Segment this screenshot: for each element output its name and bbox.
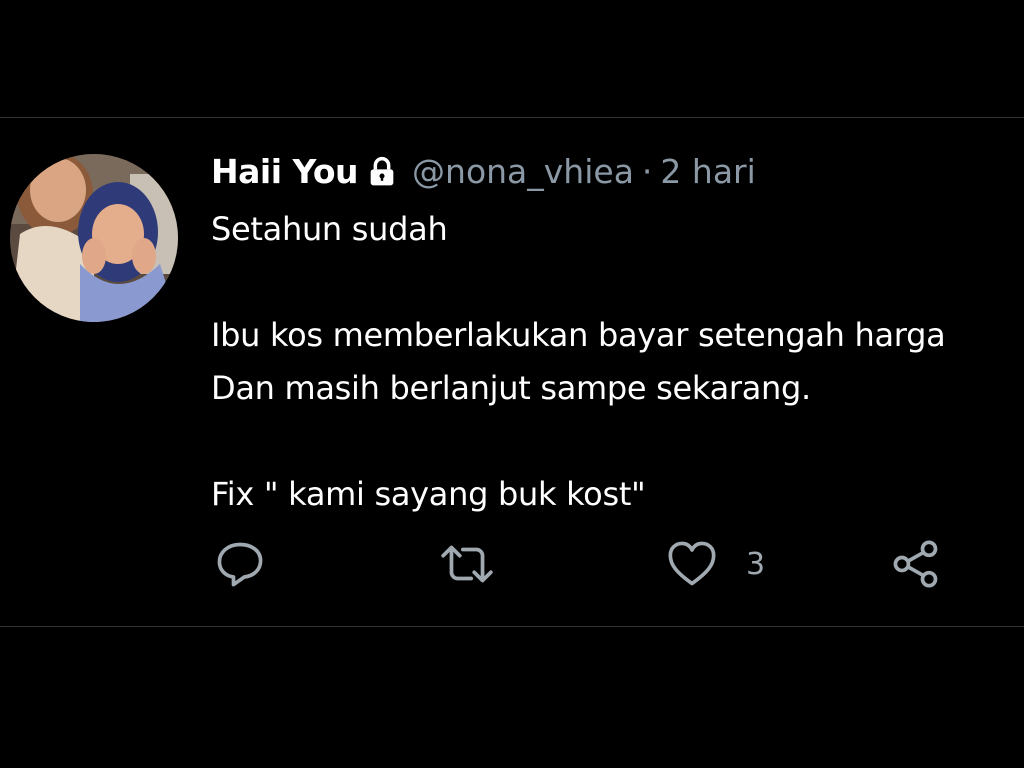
separator-dot: · [641, 152, 653, 191]
tweet-line: Setahun sudah [211, 210, 448, 248]
bottom-divider [0, 626, 1024, 627]
tweet-line [211, 415, 1011, 468]
retweet-icon [441, 545, 493, 583]
lock-icon [366, 156, 398, 188]
display-name[interactable]: Haii You [211, 150, 359, 194]
tweet-line: Dan masih berlanjut sampe sekarang. [211, 369, 811, 407]
tweet-timestamp[interactable]: 2 hari [660, 150, 755, 194]
top-divider [0, 117, 1024, 118]
like-count: 3 [746, 546, 766, 582]
like-button[interactable]: 3 [666, 536, 765, 592]
share-icon [893, 540, 938, 588]
share-button[interactable] [890, 536, 942, 592]
tweet-actions: 3 [0, 536, 1024, 592]
tweet-line [211, 256, 1011, 309]
reply-button[interactable] [214, 536, 266, 592]
tweet-text: Setahun sudah Ibu kos memberlakukan baya… [211, 203, 1011, 521]
avatar-photo [10, 154, 178, 322]
avatar[interactable] [10, 154, 178, 322]
retweet-button[interactable] [438, 536, 496, 592]
heart-icon [668, 541, 716, 586]
tweet-line: Fix " kami sayang buk kost" [211, 475, 646, 513]
reply-icon [217, 542, 263, 587]
tweet-header: Haii You @nona_vhiea · 2 hari [211, 150, 756, 194]
tweet-line: Ibu kos memberlakukan bayar setengah har… [211, 316, 946, 354]
user-handle[interactable]: @nona_vhiea [412, 150, 634, 194]
